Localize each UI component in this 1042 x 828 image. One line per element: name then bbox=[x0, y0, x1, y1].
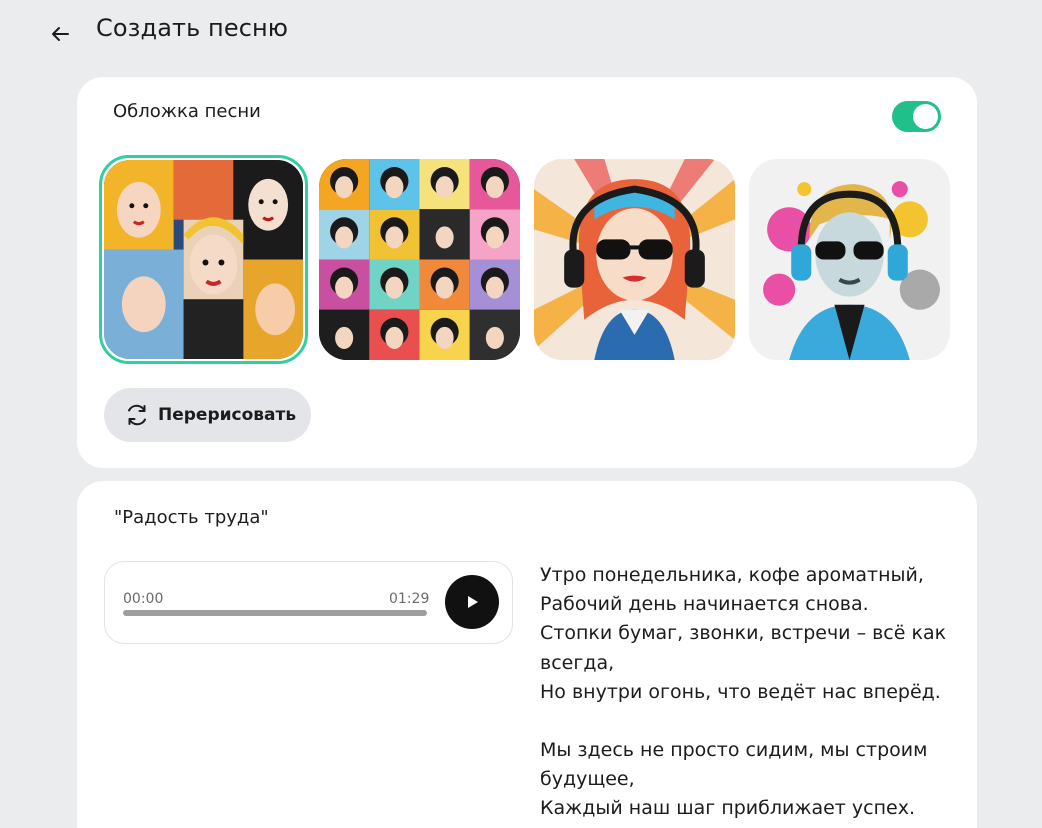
redraw-button-label: Перерисовать bbox=[158, 405, 297, 425]
lyrics-line: Стопки бумаг, звонки, встречи – всё как … bbox=[540, 622, 947, 674]
header: Создать песню bbox=[0, 0, 1042, 64]
play-button[interactable] bbox=[445, 575, 499, 629]
redraw-button[interactable]: Перерисовать bbox=[104, 388, 311, 442]
song-title: "Радость труда" bbox=[114, 507, 269, 528]
cover-thumbnail-2[interactable] bbox=[319, 159, 520, 360]
page-title: Создать песню bbox=[96, 14, 289, 42]
refresh-icon bbox=[128, 404, 146, 426]
cover-thumbnail-3[interactable] bbox=[534, 159, 735, 360]
cover-image-headphones-blonde bbox=[749, 159, 950, 360]
lyrics-line: Но внутри огонь, что ведёт нас вперёд. bbox=[540, 680, 941, 703]
cover-thumbnail-1[interactable] bbox=[99, 155, 308, 364]
duration: 01:29 bbox=[389, 591, 430, 607]
lyrics-stanza: Утро понедельника, кофе ароматный, Рабочи… bbox=[540, 561, 960, 707]
lyrics-line: Мы здесь не просто сидим, мы строим буду… bbox=[540, 739, 928, 791]
lyrics-line: Рабочий день начинается снова. bbox=[540, 593, 869, 616]
cover-thumbnail-4[interactable] bbox=[749, 159, 950, 360]
cover-image-grid bbox=[319, 159, 520, 360]
lyrics: Утро понедельника, кофе ароматный, Рабочи… bbox=[540, 561, 960, 828]
current-time: 00:00 bbox=[123, 591, 164, 607]
lyrics-line: Утро понедельника, кофе ароматный, bbox=[540, 564, 924, 586]
play-icon bbox=[468, 596, 478, 608]
song-card: "Радость труда" 00:00 01:29 Утро понедел… bbox=[77, 481, 977, 828]
cover-image-headphones-red bbox=[534, 159, 735, 360]
cover-label: Обложка песни bbox=[113, 101, 261, 122]
cover-thumbnails bbox=[99, 155, 959, 365]
toggle-knob bbox=[913, 104, 938, 129]
progress-track[interactable] bbox=[123, 610, 427, 616]
cover-image-collage bbox=[104, 160, 303, 359]
back-button[interactable] bbox=[44, 18, 76, 50]
lyrics-stanza: Мы здесь не просто сидим, мы строим буду… bbox=[540, 736, 960, 824]
audio-player: 00:00 01:29 bbox=[104, 561, 513, 644]
lyrics-line: Каждый наш шаг приближает успех. bbox=[540, 797, 915, 820]
cover-toggle[interactable] bbox=[892, 101, 941, 132]
arrow-left-icon bbox=[52, 27, 69, 41]
cover-card: Обложка песни Перерисовать bbox=[77, 77, 977, 468]
